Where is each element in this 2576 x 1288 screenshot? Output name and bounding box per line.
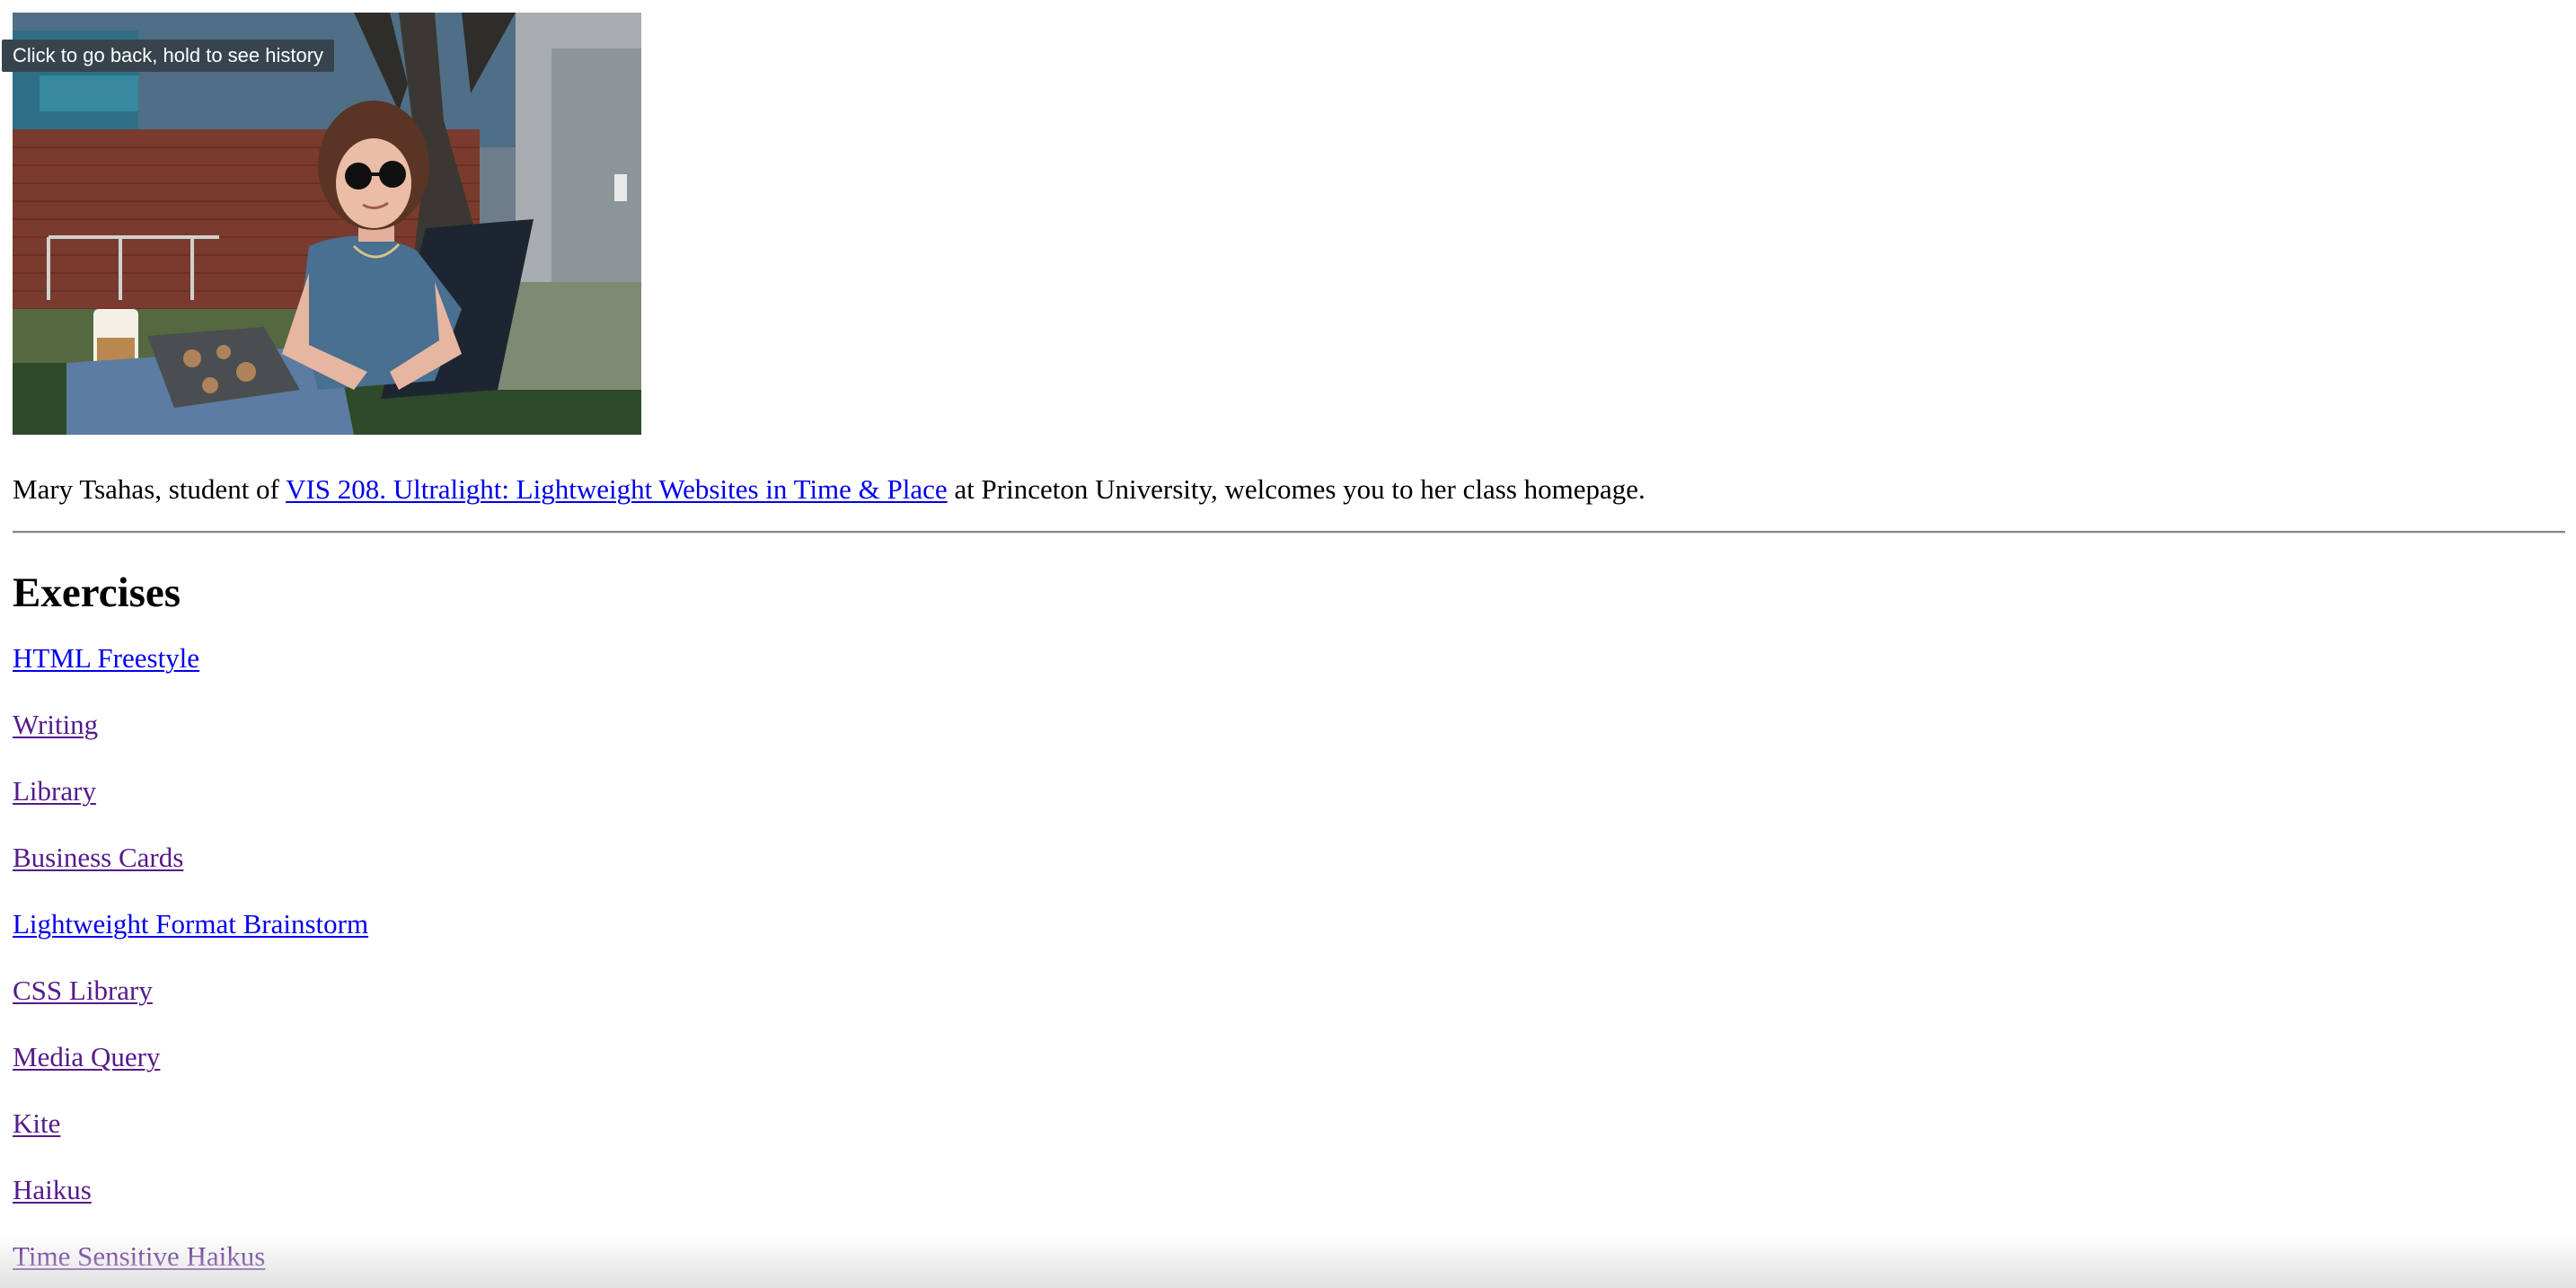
exercise-link-time-sensitive-haikus[interactable]: Time Sensitive Haikus	[13, 1240, 265, 1272]
list-item: HTML Freestyle	[13, 641, 2565, 675]
list-item: Haikus	[13, 1173, 2565, 1207]
exercise-link-haikus[interactable]: Haikus	[13, 1174, 92, 1205]
intro-text-before: Mary Tsahas, student of	[13, 473, 287, 505]
list-item: Media Query	[13, 1040, 2565, 1074]
exercise-link-media-query[interactable]: Media Query	[13, 1041, 160, 1072]
exercise-link-css-library[interactable]: CSS Library	[13, 975, 153, 1006]
course-link[interactable]: VIS 208. Ultralight: Lightweight Website…	[286, 473, 948, 505]
list-item: Library	[13, 774, 2565, 808]
intro-paragraph: Mary Tsahas, student of VIS 208. Ultrali…	[13, 472, 2565, 507]
divider	[13, 531, 2565, 534]
list-item: Writing	[13, 708, 2565, 742]
section-title: Exercises	[13, 569, 181, 616]
list-item: Lightweight Format Brainstorm	[13, 907, 2565, 941]
exercise-list: HTML Freestyle Writing Library Business …	[13, 641, 2565, 1274]
list-item: Business Cards	[13, 841, 2565, 875]
exercise-link-library[interactable]: Library	[13, 775, 96, 807]
back-button-tooltip: Click to go back, hold to see history	[2, 40, 335, 72]
list-item: Kite	[13, 1107, 2565, 1141]
exercise-link-html-freestyle[interactable]: HTML Freestyle	[13, 642, 199, 674]
intro-text-after: at Princeton University, welcomes you to…	[947, 473, 1645, 505]
profile-photo	[13, 13, 641, 435]
page: Mary Tsahas, student of VIS 208. Ultrali…	[13, 13, 2565, 1288]
exercise-link-lightweight-format-brainstorm[interactable]: Lightweight Format Brainstorm	[13, 908, 368, 940]
exercise-link-business-cards[interactable]: Business Cards	[13, 842, 183, 873]
exercise-link-kite[interactable]: Kite	[13, 1107, 60, 1139]
list-item: Time Sensitive Haikus	[13, 1239, 2565, 1274]
exercise-link-writing[interactable]: Writing	[13, 709, 98, 740]
photo-illustration	[13, 13, 641, 435]
list-item: CSS Library	[13, 974, 2565, 1008]
